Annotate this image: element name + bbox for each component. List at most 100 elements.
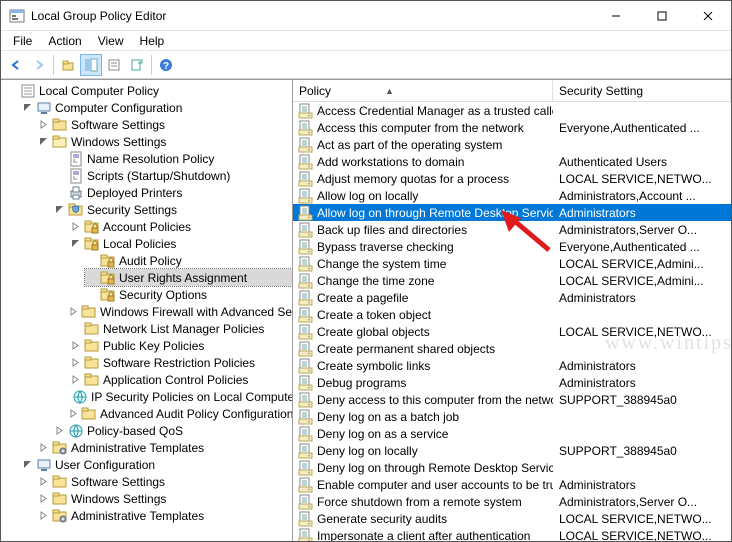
tree-item-deployed-printers[interactable]: Deployed Printers [53,184,292,201]
policy-row[interactable]: Add workstations to domain Authenticated… [293,153,731,170]
policy-row[interactable]: Impersonate a client after authenticatio… [293,527,731,541]
tree-item-scripts[interactable]: Scripts (Startup/Shutdown) [53,167,292,184]
menu-action[interactable]: Action [40,33,89,49]
collapse-icon[interactable] [21,459,33,471]
tree-item-software-settings[interactable]: Software Settings [37,473,292,490]
tree-item-windows-settings[interactable]: Windows Settings [37,490,292,507]
policy-row[interactable]: Access Credential Manager as a trusted c… [293,102,731,119]
close-button[interactable] [685,1,731,31]
security-setting: Administrators,Account ... [553,189,731,203]
tree-item-local-policies[interactable]: Local Policies [69,235,292,252]
expand-icon[interactable] [69,374,81,386]
tree-item-software-settings[interactable]: Software Settings [37,116,292,133]
tree-item-root-node[interactable]: Local Computer Policy [5,82,292,99]
expand-icon[interactable] [69,221,81,233]
expand-icon[interactable] [37,119,49,131]
collapse-icon[interactable] [69,238,81,250]
policy-row[interactable]: Allow log on locally Administrators,Acco… [293,187,731,204]
tree-item-network-list-manager-policies[interactable]: Network List Manager Policies [69,320,292,337]
policy-icon [297,256,313,272]
properties-button[interactable] [103,54,125,76]
expand-icon[interactable] [69,408,78,420]
expand-icon[interactable] [53,425,65,437]
tree-item-label: Administrative Templates [71,441,204,455]
tree-item-policy-based-qos[interactable]: Policy-based QoS [53,422,292,439]
tree-item-security-options[interactable]: Security Options [85,286,292,303]
show-hide-tree-button[interactable] [80,54,102,76]
policy-row[interactable]: Act as part of the operating system [293,136,731,153]
policy-row[interactable]: Create a pagefile Administrators [293,289,731,306]
expand-icon[interactable] [69,340,81,352]
expand-icon[interactable] [69,357,81,369]
policy-row[interactable]: Deny log on locally SUPPORT_388945a0 [293,442,731,459]
policy-row[interactable]: Deny log on through Remote Desktop Servi… [293,459,731,476]
policy-row[interactable]: Deny log on as a batch job [293,408,731,425]
policy-row[interactable]: Bypass traverse checking Everyone,Authen… [293,238,731,255]
menu-file[interactable]: File [5,33,40,49]
policy-row[interactable]: Access this computer from the network Ev… [293,119,731,136]
tree-item-account-policies[interactable]: Account Policies [69,218,292,235]
collapse-icon[interactable] [37,136,49,148]
policy-row[interactable]: Enable computer and user accounts to be … [293,476,731,493]
policy-row[interactable]: Force shutdown from a remote system Admi… [293,493,731,510]
policy-row[interactable]: Deny access to this computer from the ne… [293,391,731,408]
tree-item-windows-settings[interactable]: Windows Settings [37,133,292,150]
tree-item-label: Deployed Printers [87,186,182,200]
expand-icon[interactable] [69,306,78,318]
up-button[interactable] [57,54,79,76]
policy-icon [297,375,313,391]
expand-icon[interactable] [37,476,49,488]
tree-item-software-restriction-policies[interactable]: Software Restriction Policies [69,354,292,371]
policy-row[interactable]: Adjust memory quotas for a process LOCAL… [293,170,731,187]
tree-item-administrative-templates[interactable]: Administrative Templates [37,507,292,524]
policy-row[interactable]: Debug programs Administrators [293,374,731,391]
security-setting: Administrators,Server O... [553,495,731,509]
toolbar-separator [53,55,54,75]
menu-view[interactable]: View [90,33,132,49]
policy-row[interactable]: Create global objects LOCAL SERVICE,NETW… [293,323,731,340]
list-pane[interactable]: Policy ▲ Security Setting Access Credent… [293,80,731,541]
minimize-button[interactable] [593,1,639,31]
policy-row[interactable]: Generate security audits LOCAL SERVICE,N… [293,510,731,527]
policy-row[interactable]: Create a token object [293,306,731,323]
policy-row[interactable]: Back up files and directories Administra… [293,221,731,238]
tree-item-advanced-audit-policy[interactable]: Advanced Audit Policy Configuration [69,405,292,422]
tree-item-user-rights-assignment[interactable]: User Rights Assignment [85,269,292,286]
tree-item-windows-firewall[interactable]: Windows Firewall with Advanced Security [69,303,292,320]
tree-item-ip-security-policies[interactable]: IP Security Policies on Local Computer [69,388,292,405]
no-children-icon [85,272,97,284]
menu-help[interactable]: Help [132,33,173,49]
tree-item-label: Administrative Templates [71,509,204,523]
tree-item-security-settings[interactable]: Security Settings [53,201,292,218]
policy-row[interactable]: Change the time zone LOCAL SERVICE,Admin… [293,272,731,289]
policy-row[interactable]: Deny log on as a service [293,425,731,442]
expand-icon[interactable] [37,442,49,454]
back-button[interactable] [5,54,27,76]
help-button[interactable]: ? [155,54,177,76]
tree-item-name-resolution-policy[interactable]: Name Resolution Policy [53,150,292,167]
tree-item-audit-policy[interactable]: Audit Policy [85,252,292,269]
policy-row[interactable]: Create permanent shared objects [293,340,731,357]
tree-item-administrative-templates[interactable]: Administrative Templates [37,439,292,456]
tree-pane[interactable]: Local Computer PolicyComputer Configurat… [1,80,293,541]
export-button[interactable] [126,54,148,76]
policy-name: Enable computer and user accounts to be … [317,478,553,492]
expand-icon[interactable] [37,510,49,522]
column-security-setting[interactable]: Security Setting [553,80,731,101]
policy-row[interactable]: Change the system time LOCAL SERVICE,Adm… [293,255,731,272]
collapse-icon[interactable] [21,102,33,114]
expand-icon[interactable] [37,493,49,505]
policy-row[interactable]: Create symbolic links Administrators [293,357,731,374]
tree-item-application-control-policies[interactable]: Application Control Policies [69,371,292,388]
tree-item-public-key-policies[interactable]: Public Key Policies [69,337,292,354]
policy-based-qos-icon [68,423,84,439]
collapse-icon[interactable] [53,204,65,216]
policy-name: Bypass traverse checking [317,240,454,254]
column-policy[interactable]: Policy ▲ [293,80,553,101]
policy-name: Change the system time [317,257,446,271]
tree-item-computer-configuration[interactable]: Computer Configuration [21,99,292,116]
maximize-button[interactable] [639,1,685,31]
forward-button[interactable] [28,54,50,76]
tree-item-user-configuration[interactable]: User Configuration [21,456,292,473]
policy-row[interactable]: Allow log on through Remote Desktop Serv… [293,204,731,221]
